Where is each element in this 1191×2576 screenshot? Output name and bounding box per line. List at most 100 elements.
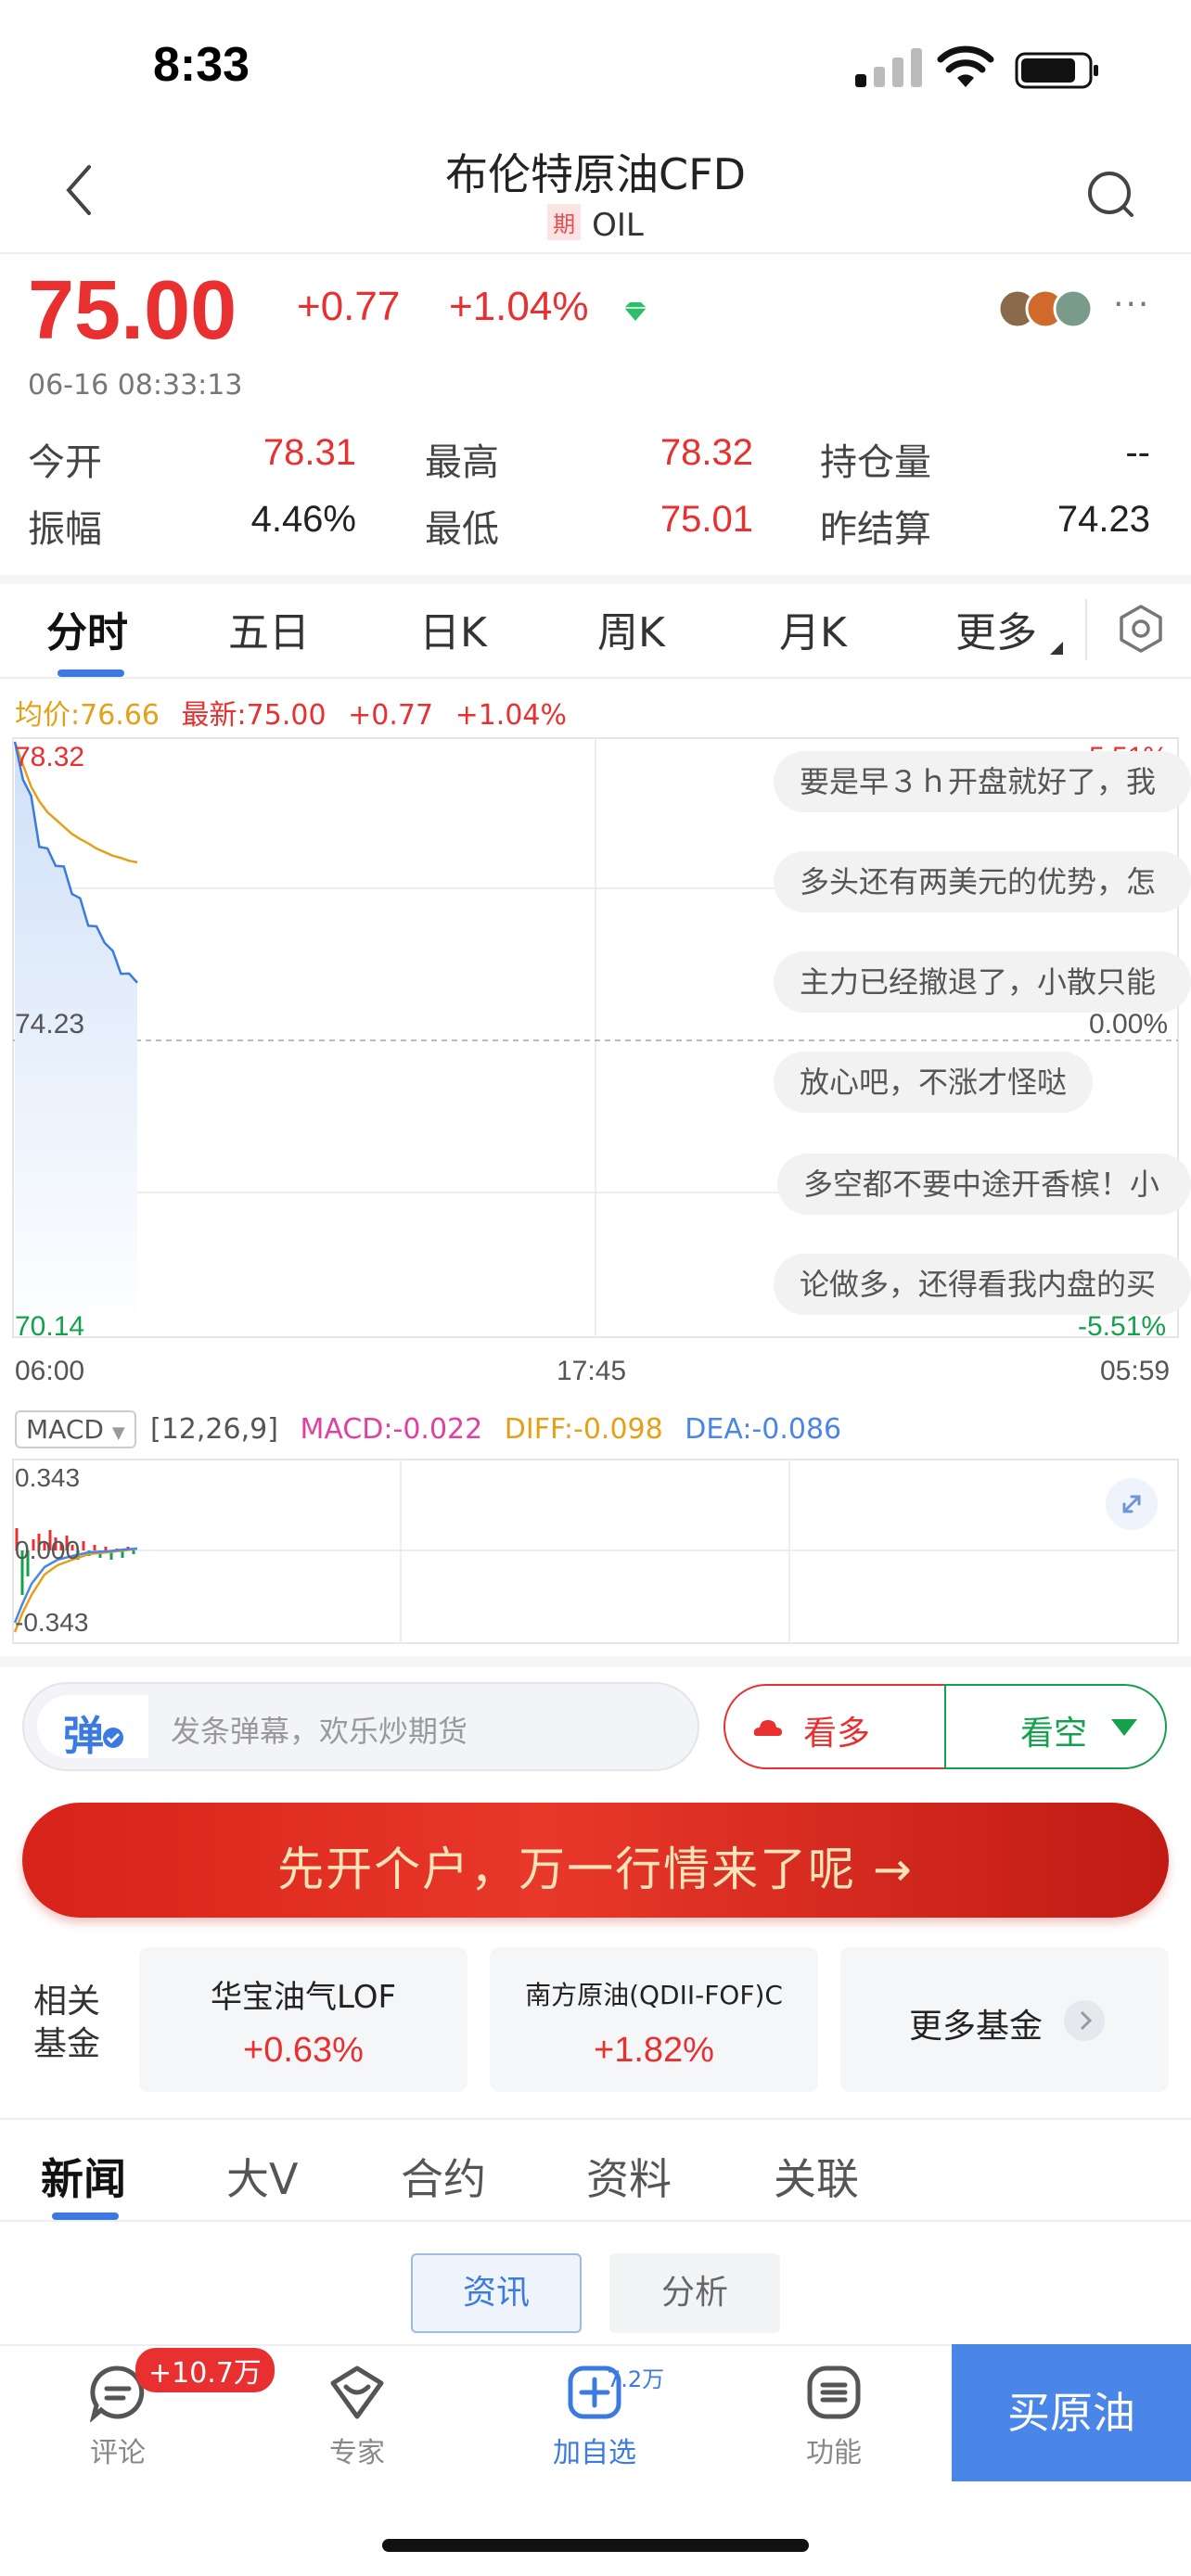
macd-params: [12,26,9] (150, 1413, 278, 1446)
stat-amplitude-label: 振幅 (28, 508, 102, 551)
tab-weekly-k[interactable]: 周K (597, 599, 665, 658)
danmu-placeholder[interactable]: 发条弹幕，欢乐炒期货 (171, 1708, 467, 1751)
stat-prev-settle-value: 74.23 (1057, 499, 1150, 540)
danmu-bubble[interactable]: 多头还有两美元的优势，怎 (774, 851, 1191, 912)
more-options-icon[interactable]: ··· (1113, 286, 1150, 324)
search-icon[interactable] (1083, 167, 1139, 223)
cellular-signal-icon (855, 48, 922, 87)
fund-change: +1.82% (594, 2031, 714, 2070)
menu-icon (807, 2366, 861, 2419)
danmu-bubble[interactable]: 主力已经撤退了，小散只能 (774, 951, 1191, 1013)
active-tab-indicator (58, 670, 124, 677)
bullish-button[interactable]: 看多 (724, 1684, 946, 1769)
expert-icon (330, 2366, 384, 2419)
expand-icon[interactable] (1104, 1476, 1159, 1532)
chevron-right-icon (1064, 2000, 1105, 2041)
bearish-button[interactable]: 看空 (944, 1684, 1167, 1769)
macd-chart[interactable] (0, 1456, 1191, 1651)
stat-amplitude-value: 4.46% (250, 499, 356, 540)
tab-profile[interactable]: 资料 (586, 2146, 672, 2207)
tab-contract[interactable]: 合约 (401, 2146, 486, 2207)
expert-label: 专家 (329, 2437, 385, 2469)
pct-axis-low: -5.51% (1078, 1311, 1167, 1342)
symbol-subtitle: 期 OIL (0, 204, 1191, 244)
intraday-chart[interactable] (0, 733, 1191, 1345)
futures-tag: 期 (547, 204, 582, 240)
cloud-up-icon (753, 1720, 782, 1736)
dea-value: DEA:-0.086 (685, 1413, 842, 1446)
more-funds-card[interactable]: 更多基金 (840, 1947, 1169, 2092)
tab-news[interactable]: 新闻 (41, 2146, 126, 2207)
stat-prev-settle-label: 昨结算 (820, 508, 931, 551)
comment-count-badge: +10.7万 (135, 2348, 275, 2392)
watchlist-count: 7.2万 (607, 2366, 665, 2392)
y-axis-high: 78.32 (15, 742, 85, 772)
danmu-icon: 弹 (63, 1713, 104, 1760)
battery-icon (1015, 52, 1098, 89)
y-axis-low: 70.14 (15, 1311, 85, 1342)
active-news-tab-indicator (52, 2213, 119, 2220)
bullish-label: 看多 (803, 1715, 871, 1753)
comment-label: 评论 (90, 2437, 146, 2469)
danmu-bubble[interactable]: 多空都不要中途开香槟！小 (777, 1154, 1191, 1215)
open-account-banner-text[interactable]: 先开个户，万一行情来了呢 → (0, 1832, 1191, 1899)
stat-high-label: 最高 (425, 441, 499, 484)
buy-oil-button[interactable]: 买原油 (952, 2344, 1191, 2481)
related-funds-label-line2: 基金 (33, 2025, 101, 2063)
settings-icon[interactable] (1115, 603, 1167, 655)
tab-related[interactable]: 关联 (774, 2146, 859, 2207)
home-indicator[interactable] (382, 2539, 809, 2552)
x-axis-start: 06:00 (15, 1356, 85, 1386)
avg-price-legend: 均价:76.66 (15, 699, 160, 732)
tab-more[interactable]: 更多 (955, 599, 1037, 658)
macd-value: MACD:-0.022 (300, 1413, 483, 1446)
indicator-select[interactable]: MACD ▼ (15, 1410, 136, 1448)
stat-open-interest-value: -- (1125, 432, 1150, 473)
stat-low-value: 75.01 (660, 499, 753, 540)
quote-timestamp: 06-16 08:33:13 (28, 369, 243, 402)
danmu-bubble[interactable]: 放心吧，不涨才怪哒 (774, 1052, 1094, 1113)
fund-change: +0.63% (243, 2031, 364, 2070)
expert-tab[interactable]: 专家 (297, 2363, 417, 2470)
pct-axis-zero: 0.00% (1089, 1009, 1169, 1039)
stat-high-value: 78.32 (660, 432, 753, 473)
features-tab[interactable]: 功能 (774, 2363, 894, 2470)
fund-card[interactable]: 华宝油气LOF +0.63% (139, 1947, 467, 2092)
tab-big-v[interactable]: 大V (226, 2146, 298, 2207)
y-axis-prev-settle: 74.23 (15, 1009, 85, 1039)
fund-card[interactable]: 南方原油(QDII-FOF)C +1.82% (490, 1947, 818, 2092)
more-funds-label: 更多基金 (909, 2008, 1044, 2046)
bearish-label: 看空 (1020, 1715, 1088, 1753)
symbol-code: OIL (592, 207, 644, 244)
danmu-bubble[interactable]: 论做多，还得看我内盘的买 (774, 1254, 1191, 1315)
tab-monthly-k[interactable]: 月K (779, 599, 847, 658)
diamond-icon (624, 302, 647, 321)
danmu-toggle[interactable]: 弹 (37, 1695, 148, 1760)
stat-open-label: 今开 (28, 441, 102, 484)
tab-daily-k[interactable]: 日K (419, 599, 487, 658)
macd-axis-bottom: -0.343 (15, 1608, 89, 1637)
last-price: 75.00 (28, 264, 237, 357)
diff-value: DIFF:-0.098 (504, 1413, 663, 1446)
legend-change: +0.77 (348, 699, 434, 732)
subtab-analysis[interactable]: 分析 (609, 2253, 780, 2333)
subtab-info[interactable]: 资讯 (411, 2253, 582, 2333)
fund-name: 华宝油气LOF (210, 1979, 397, 2016)
macd-legend: [12,26,9] MACD:-0.022 DIFF:-0.098 DEA:-0… (150, 1413, 841, 1446)
x-axis-end: 05:59 (1100, 1356, 1171, 1386)
tab-five-day[interactable]: 五日 (228, 599, 310, 658)
tab-intraday[interactable]: 分时 (46, 599, 128, 658)
danmu-bubble[interactable]: 要是早３ｈ开盘就好了，我 (774, 751, 1191, 812)
caret-down-icon (1111, 1719, 1137, 1736)
user-avatars[interactable] (997, 287, 1099, 330)
wifi-icon (937, 45, 994, 87)
legend-change-pct: +1.04% (455, 699, 568, 732)
page-title: 布伦特原油CFD (445, 149, 746, 199)
related-funds-label-line1: 相关 (33, 1983, 101, 2021)
stat-open-interest-label: 持仓量 (820, 441, 931, 484)
features-label: 功能 (806, 2437, 862, 2469)
price-change: +0.77 (297, 284, 401, 329)
fund-name: 南方原油(QDII-FOF)C (525, 1980, 783, 2010)
stat-open-value: 78.31 (263, 432, 356, 473)
price-change-percent: +1.04% (449, 284, 589, 329)
